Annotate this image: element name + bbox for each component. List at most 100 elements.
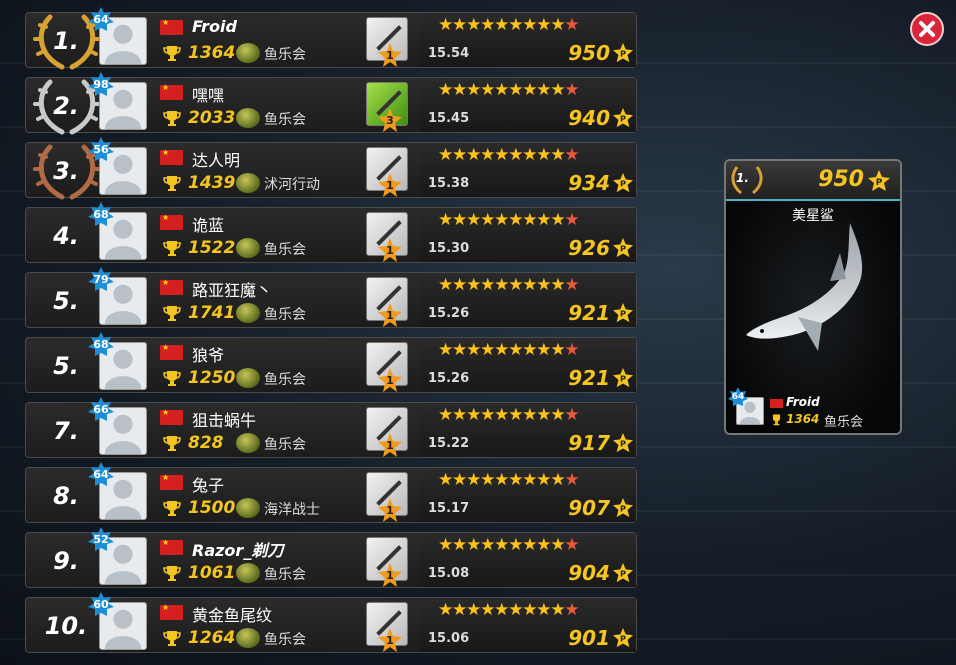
player-name[interactable]: 嘿嘿 (192, 82, 224, 106)
player-name[interactable]: 诡蓝 (192, 212, 224, 236)
points-icon: P (613, 498, 633, 518)
player-trophies: 1364 (786, 412, 820, 426)
level-value: 68 (93, 208, 109, 221)
leaderboard-row[interactable]: 9. 52 Razor_剃刀 1061 鱼乐会 1 ★★★★★★★★★★ 15.… (25, 527, 637, 588)
fish-weight: 15.26 (428, 371, 470, 386)
score-panel: ★★★★★★★★★★ 15.54 950 P (420, 13, 636, 67)
player-name[interactable]: 兔子 (192, 472, 224, 496)
close-button[interactable] (909, 11, 945, 47)
player-club[interactable]: 鱼乐会 (264, 564, 306, 584)
fish-weight: 15.26 (428, 306, 470, 321)
points-icon: P (613, 628, 633, 648)
player-trophies: 1364 (188, 43, 236, 63)
level-badge: 52 (88, 527, 114, 553)
player-club[interactable]: 鱼乐会 (264, 44, 306, 64)
trophy-icon (163, 176, 181, 191)
rod-level-value: 1 (386, 49, 394, 62)
player-club[interactable]: 鱼乐会 (264, 434, 306, 454)
rating-stars: ★★★★★★★★★★ (438, 275, 580, 295)
leaderboard-row[interactable]: 8. 64 兔子 1500 海洋战士 1 ★★★★★★★★★★ 15.17 90… (25, 462, 637, 523)
svg-text:P: P (620, 179, 626, 189)
level-badge: 68 (88, 202, 114, 228)
player-club[interactable]: 鱼乐会 (264, 629, 306, 649)
rod-level-value: 1 (386, 179, 394, 192)
score-panel: ★★★★★★★★★★ 15.06 901 P (420, 598, 636, 652)
leaderboard-row[interactable]: 2. 98 嘿嘿 2033 鱼乐会 3 ★★★★★★★★★★ 15.45 940 (25, 72, 637, 135)
svg-text:P: P (620, 244, 626, 254)
china-flag-icon (160, 18, 183, 35)
score-panel: ★★★★★★★★★★ 15.22 917 P (420, 403, 636, 457)
score-panel: ★★★★★★★★★★ 15.17 907 P (420, 468, 636, 522)
fish-weight: 15.45 (428, 111, 470, 126)
leaderboard-row[interactable]: 5. 79 路亚狂魔丶 1741 鱼乐会 1 ★★★★★★★★★★ 15.26 … (25, 267, 637, 328)
level-value: 52 (93, 533, 109, 546)
rod-level-value: 1 (386, 569, 394, 582)
player-name[interactable]: 狙击蜗牛 (192, 407, 256, 431)
fish-weight: 15.54 (428, 46, 470, 61)
club-emblem-icon (236, 368, 260, 388)
points-value: 907 (568, 496, 610, 520)
player-club[interactable]: 鱼乐会 (264, 369, 306, 389)
trophy-icon (772, 414, 781, 426)
points-icon: P (613, 108, 633, 128)
rod-level-value: 1 (386, 244, 394, 257)
fish-weight: 15.08 (428, 566, 470, 581)
svg-text:P: P (620, 439, 626, 449)
score-panel: ★★★★★★★★★★ 15.08 904 P (420, 533, 636, 587)
svg-text:P: P (620, 569, 626, 579)
shark-image (746, 223, 863, 351)
player-trophies: 1250 (188, 368, 236, 388)
level-value: 60 (93, 598, 109, 611)
svg-text:P: P (620, 114, 626, 124)
level-value: 64 (93, 468, 109, 481)
player-name[interactable]: Froid (192, 17, 237, 36)
leaderboard-row[interactable]: 4. 68 诡蓝 1522 鱼乐会 1 ★★★★★★★★★★ 15.30 926 (25, 202, 637, 263)
leaderboard-row[interactable]: 3. 56 达人明 1439 沭河行动 1 ★★★★★★★★★★ 15.38 9… (25, 137, 637, 200)
points-value: 934 (568, 171, 610, 195)
leaderboard-row[interactable]: 7. 66 狙击蜗牛 828 鱼乐会 1 ★★★★★★★★★★ 15.22 91… (25, 397, 637, 458)
leaderboard-row[interactable]: 1. 64 Froid 1364 鱼乐会 1 ★★★★★★★★★★ 15.54 … (25, 7, 637, 70)
card-header: 1. 950 P (726, 161, 900, 201)
player-club[interactable]: 沭河行动 (264, 174, 320, 194)
leaderboard-row[interactable]: 5. 68 狼爷 1250 鱼乐会 1 ★★★★★★★★★★ 15.26 921 (25, 332, 637, 393)
fish-weight: 15.17 (428, 501, 470, 516)
player-trophies: 1522 (188, 238, 236, 258)
player-name[interactable]: 路亚狂魔丶 (192, 277, 272, 301)
points-value: 917 (568, 431, 610, 455)
player-trophies: 1741 (188, 303, 236, 323)
level-value: 98 (93, 78, 109, 91)
player-club[interactable]: 鱼乐会 (264, 304, 306, 324)
club-emblem-icon (236, 108, 260, 128)
trophy-icon (163, 566, 181, 581)
china-flag-icon (160, 538, 183, 555)
rod-level-badge: 1 (378, 433, 402, 457)
club-emblem-icon (236, 498, 260, 518)
trophy-icon (163, 631, 181, 646)
player-club[interactable]: 鱼乐会 (264, 239, 306, 259)
score-panel: ★★★★★★★★★★ 15.38 934 P (420, 143, 636, 197)
rating-stars: ★★★★★★★★★★ (438, 600, 580, 620)
svg-text:P: P (620, 49, 626, 59)
player-name[interactable]: 狼爷 (192, 342, 224, 366)
points-value: 940 (568, 106, 610, 130)
level-value: 64 (731, 392, 745, 402)
points-value: 921 (568, 301, 610, 325)
fish-weight: 15.06 (428, 631, 470, 646)
leaderboard-row[interactable]: 10. 60 黄金鱼尾纹 1264 鱼乐会 1 ★★★★★★★★★★ 15.06… (25, 592, 637, 653)
player-name[interactable]: 黄金鱼尾纹 (192, 602, 272, 626)
player-club[interactable]: 海洋战士 (264, 499, 320, 519)
trophy-icon (163, 501, 181, 516)
close-icon (910, 12, 944, 46)
rod-level-value: 1 (386, 309, 394, 322)
china-flag-icon (160, 343, 183, 360)
player-name[interactable]: Razor_剃刀 (192, 537, 283, 561)
rod-level-value: 3 (386, 114, 394, 127)
trophy-icon (163, 436, 181, 451)
rod-level-value: 1 (386, 374, 394, 387)
points-value: 904 (568, 561, 610, 585)
player-name[interactable]: 达人明 (192, 147, 240, 171)
player-club[interactable]: 鱼乐会 (264, 109, 306, 129)
trophy-icon (163, 371, 181, 386)
fish-weight: 15.30 (428, 241, 470, 256)
level-value: 66 (93, 403, 109, 416)
